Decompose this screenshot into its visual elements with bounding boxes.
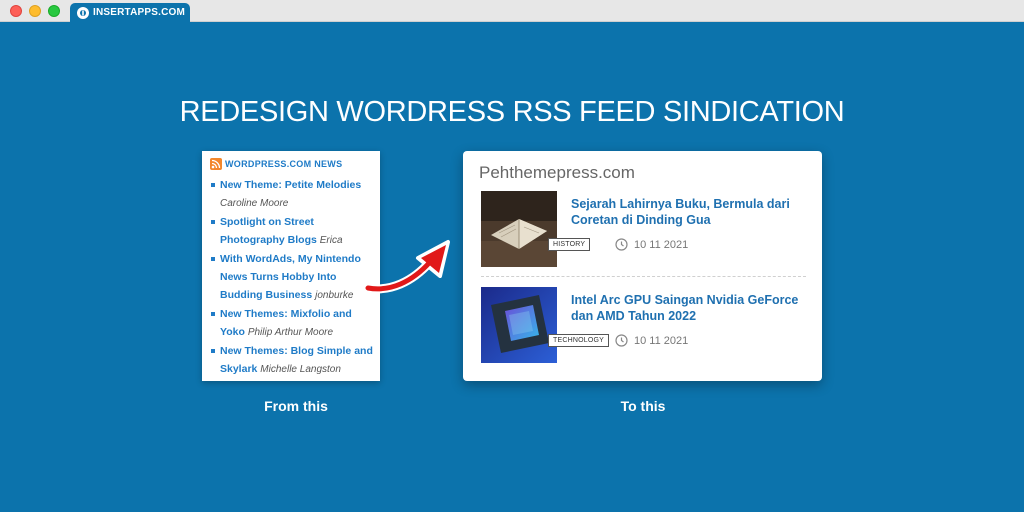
list-item: Spotlight on Street Photography Blogs Er… (210, 213, 374, 250)
old-feed-list: New Theme: Petite Melodies Caroline Moor… (210, 176, 374, 379)
feed-item-author: Erica (319, 235, 343, 246)
post-thumbnail-book[interactable] (481, 191, 557, 267)
feed-item-link[interactable]: Spotlight on Street Photography Blogs (220, 216, 317, 246)
old-rss-widget: WORDPRESS.COM NEWS New Theme: Petite Mel… (202, 151, 380, 381)
post-divider (481, 276, 806, 277)
insertapps-logo-icon (77, 6, 89, 19)
old-widget-header: WORDPRESS.COM NEWS (210, 158, 374, 170)
list-item: New Theme: Petite Melodies Caroline Moor… (210, 176, 374, 213)
page-headline: REDESIGN WORDRESS RSS FEED SINDICATION (179, 96, 845, 128)
post-item[interactable]: HISTORY Sejarah Lahirnya Buku, Bermula d… (481, 191, 806, 267)
browser-tab[interactable]: INSERTAPPS.COM (70, 3, 190, 22)
clock-icon (615, 334, 628, 347)
post-meta: 10 11 2021 (615, 238, 688, 251)
from-caption: From this (264, 398, 328, 414)
old-widget-title[interactable]: WORDPRESS.COM NEWS (225, 159, 342, 169)
post-meta: 10 11 2021 (615, 334, 688, 347)
post-thumbnail-gpu[interactable] (481, 287, 557, 363)
feed-item-author: jonburke (315, 290, 354, 301)
site-name[interactable]: Pehthemepress.com (479, 163, 635, 183)
post-date: 10 11 2021 (634, 334, 689, 347)
minimize-window-button[interactable] (29, 5, 41, 17)
new-rss-card: Pehthemepress.com HISTORY Sejarah Lahirn… (463, 151, 822, 381)
post-title[interactable]: Sejarah Lahirnya Buku, Bermula dari Core… (571, 196, 811, 228)
feed-item-author: Philip Arthur Moore (247, 327, 334, 338)
post-date: 10 11 2021 (634, 238, 689, 251)
post-title[interactable]: Intel Arc GPU Saingan Nvidia GeForce dan… (571, 292, 811, 324)
post-item[interactable]: TECHNOLOGY Intel Arc GPU Saingan Nvidia … (481, 287, 806, 363)
feed-item-author: Caroline Moore (220, 198, 289, 209)
list-item: New Themes: Mixfolio and Yoko Philip Art… (210, 305, 374, 342)
tab-label: INSERTAPPS.COM (93, 7, 186, 18)
transition-arrow-icon (363, 240, 450, 294)
feed-item-author: Michelle Langston (260, 364, 341, 375)
close-window-button[interactable] (10, 5, 22, 17)
list-item: With WordAds, My Nintendo News Turns Hob… (210, 250, 374, 305)
category-badge[interactable]: TECHNOLOGY (548, 334, 610, 347)
rss-icon (210, 158, 222, 170)
window-titlebar: INSERTAPPS.COM (0, 0, 1024, 22)
to-caption: To this (620, 398, 666, 414)
feed-item-link[interactable]: New Theme: Petite Melodies (220, 179, 361, 191)
category-badge[interactable]: HISTORY (548, 238, 591, 251)
maximize-window-button[interactable] (48, 5, 60, 17)
list-item: New Themes: Blog Simple and Skylark Mich… (210, 342, 374, 379)
clock-icon (615, 238, 628, 251)
